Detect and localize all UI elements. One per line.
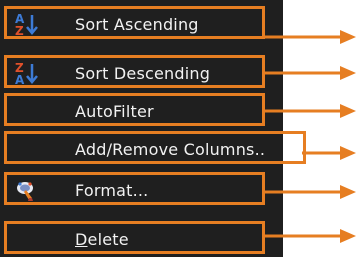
- arrow-pointer: [262, 66, 356, 80]
- label-rest: elete: [87, 230, 129, 249]
- menu-item-format[interactable]: Format...: [4, 172, 265, 205]
- arrow-pointer: [262, 229, 356, 243]
- arrow-pointer: [262, 185, 356, 199]
- menu-item-label: Sort Ascending: [75, 15, 199, 34]
- menu-item-autofilter[interactable]: AutoFilter: [4, 93, 265, 126]
- menu-item-sort-descending[interactable]: Z A Sort Descending: [4, 55, 265, 88]
- menu-item-label: Format...: [75, 181, 149, 200]
- sort-letter-a: A: [15, 73, 25, 85]
- menu-item-sort-ascending[interactable]: A Z Sort Ascending: [4, 6, 265, 39]
- arrow-pointer: [262, 30, 356, 44]
- format-brush-icon: [17, 182, 33, 201]
- sort-descending-icon: Z A: [15, 61, 38, 85]
- menu-item-label: Sort Descending: [75, 64, 211, 83]
- arrow-pointer: [262, 104, 356, 118]
- menu-item-add-remove-columns[interactable]: Add/Remove Columns..: [4, 131, 306, 164]
- context-menu: A Z Sort Ascending Z A Sort Descending A…: [0, 0, 306, 257]
- sort-ascending-icon: A Z: [15, 12, 38, 36]
- menu-item-label: Delete: [75, 230, 129, 249]
- accelerator-key: D: [75, 230, 88, 249]
- menu-item-label: Add/Remove Columns..: [75, 140, 266, 159]
- menu-item-delete[interactable]: Delete: [4, 221, 265, 254]
- menu-item-label: AutoFilter: [75, 102, 154, 121]
- sort-letter-z: Z: [15, 24, 24, 36]
- arrow-pointer: [302, 146, 356, 160]
